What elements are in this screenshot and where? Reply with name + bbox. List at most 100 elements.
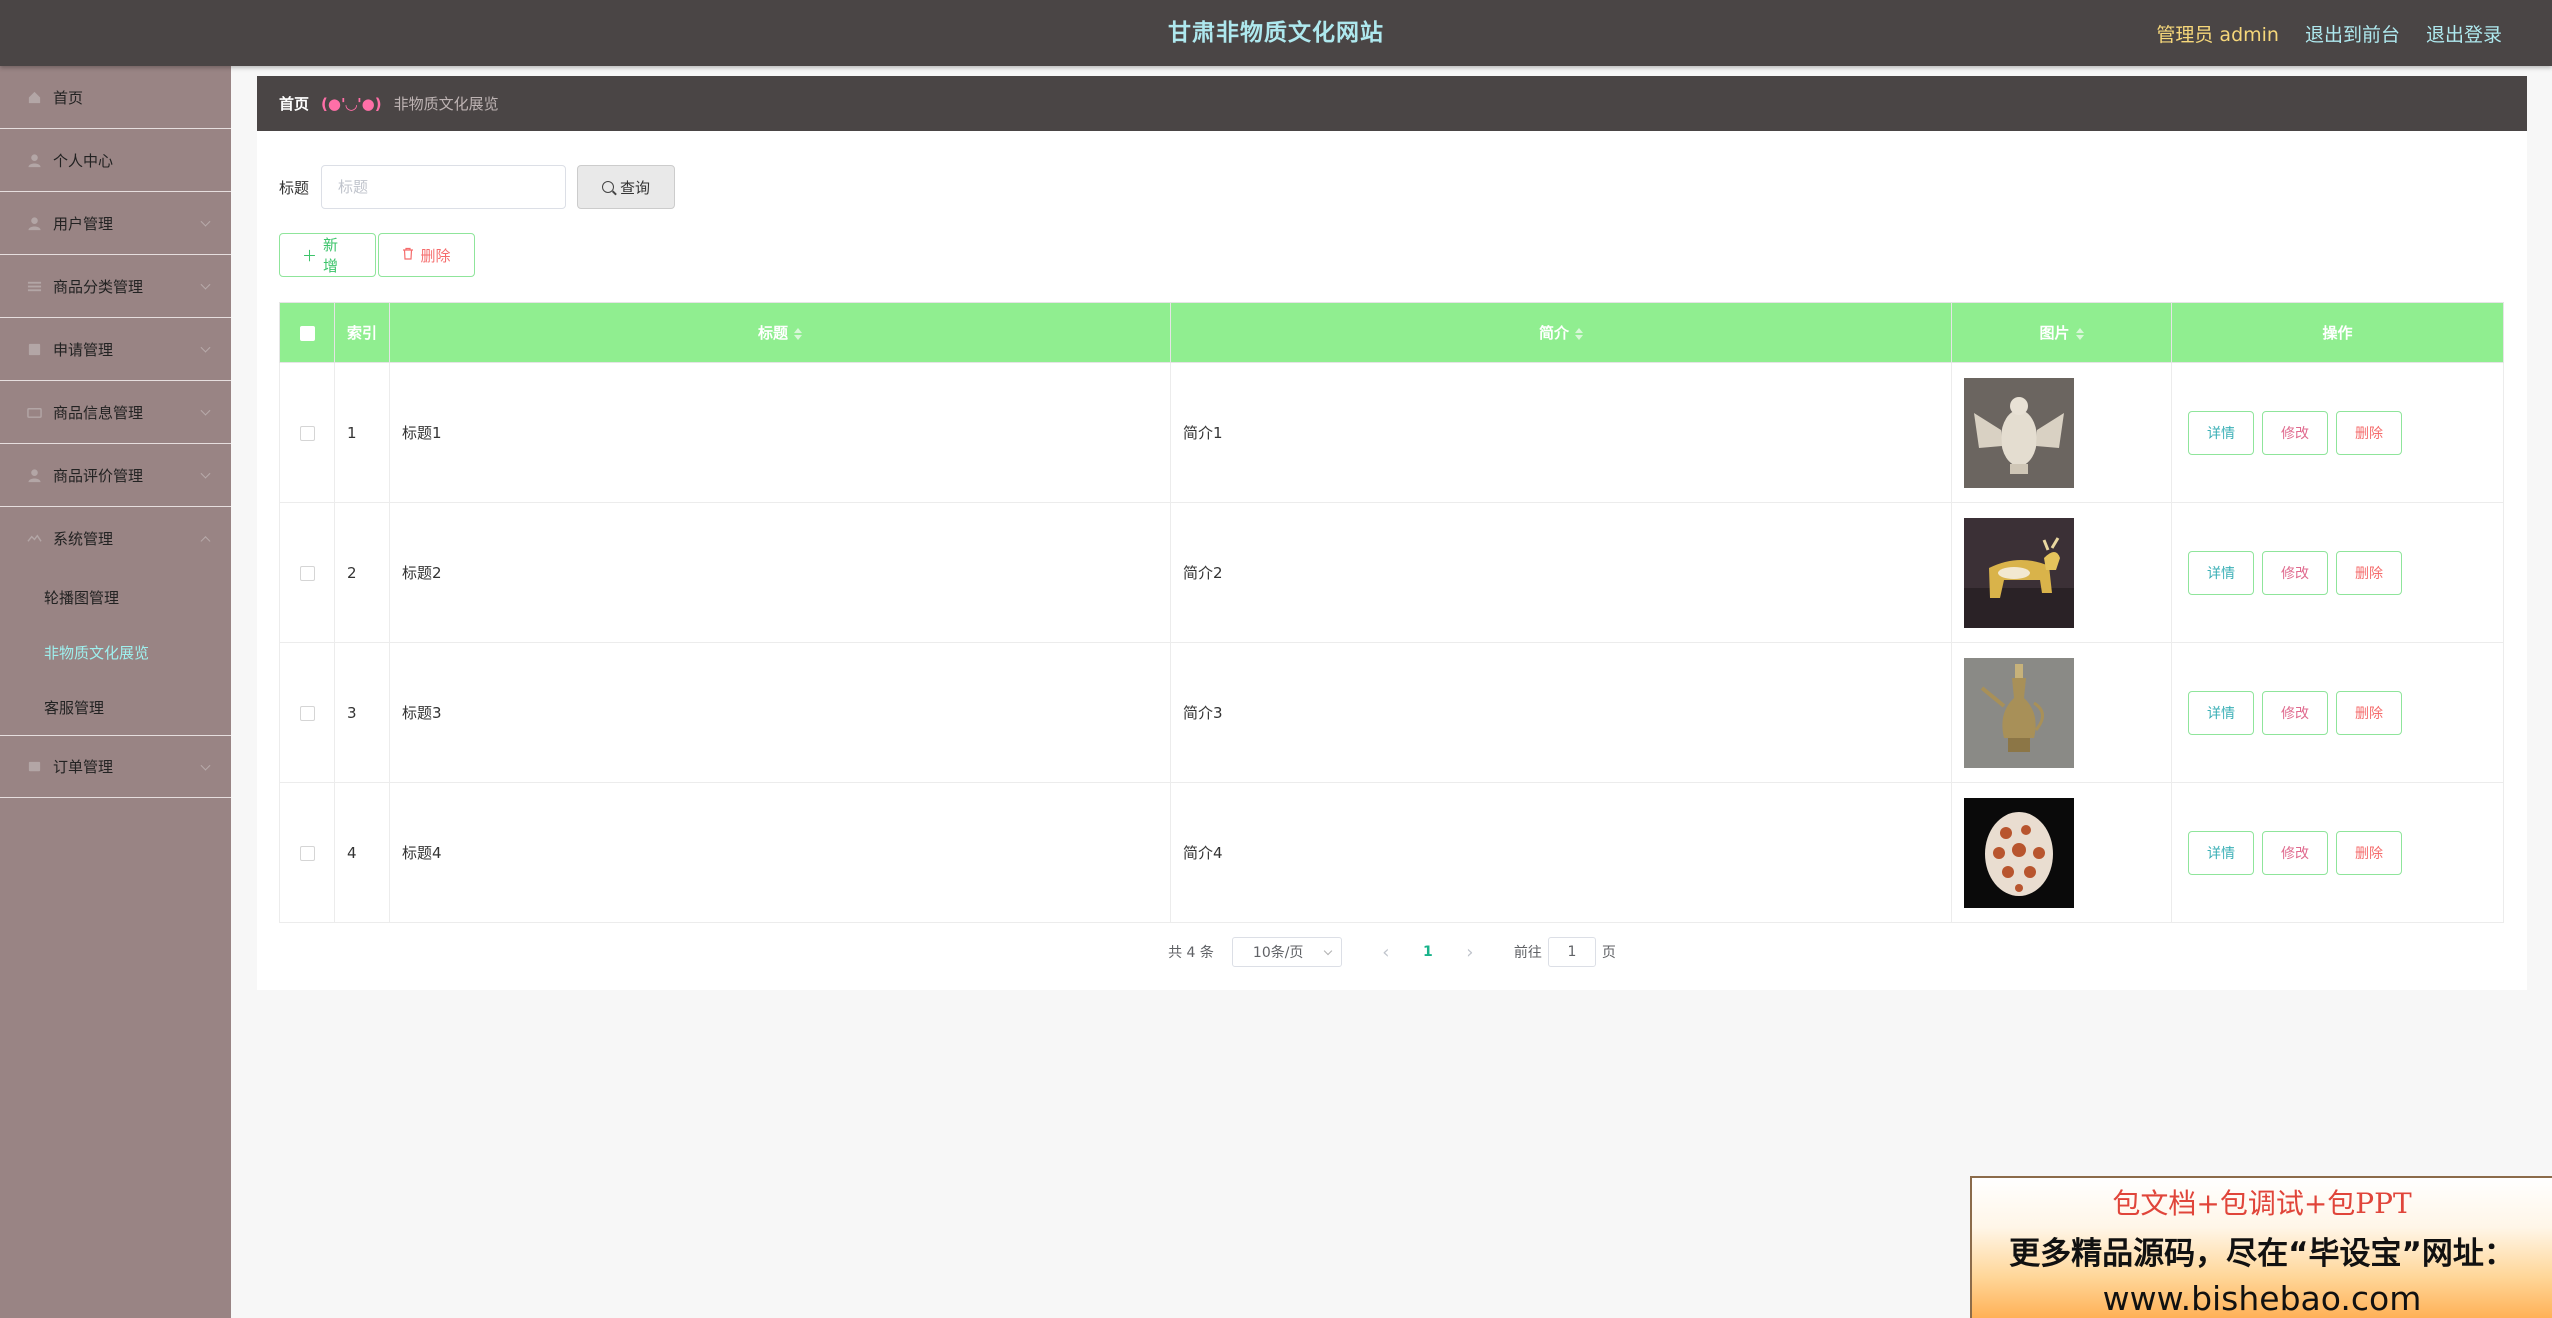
sort-icon[interactable] [1575,327,1583,340]
sidebar-item-reviews[interactable]: 商品评价管理 [0,444,231,507]
table-row: 1 标题1 简介1 详情 修改 删除 [279,362,2504,503]
sidebar-item-label: 订单管理 [53,758,114,776]
sidebar-item-category[interactable]: 商品分类管理 [0,255,231,318]
chevron-down-icon [200,405,211,416]
data-table: 索引 标题 简介 图片 操作 1 标题1 简介1 详情 修改 删除 2 标题2 … [279,302,2504,923]
sidebar-item-home[interactable]: 首页 [0,66,231,129]
delete-button-label: 删除 [420,246,451,265]
chevron-up-icon [200,535,211,546]
table-row: 2 标题2 简介2 详情 修改 删除 [279,502,2504,643]
header-select-all[interactable] [279,302,335,363]
search-bar: 标题 查询 [279,165,676,209]
detail-button[interactable]: 详情 [2188,550,2254,595]
promo-line-2: 更多精品源码，尽在“毕设宝”网址： [2009,1236,2515,1272]
breadcrumb-current: 非物质文化展览 [393,95,499,113]
search-button-label: 查询 [620,178,651,197]
batch-delete-button[interactable]: 删除 [378,233,475,277]
search-button[interactable]: 查询 [577,165,676,209]
chevron-down-icon [200,342,211,353]
sidebar-subitem-carousel[interactable]: 轮播图管理 [0,570,231,625]
sidebar-item-profile[interactable]: 个人中心 [0,129,231,192]
delete-button[interactable]: 删除 [2336,410,2402,455]
user-icon [26,467,43,484]
select-all-checkbox[interactable] [299,325,315,341]
row-image-jade-vessel[interactable] [1964,797,2074,908]
column-header-intro[interactable]: 简介 [1170,302,1952,363]
goto-page: 前往 页 [1514,937,1616,967]
column-header-index: 索引 [334,302,390,363]
detail-button[interactable]: 详情 [2188,830,2254,875]
sidebar-subitem-service[interactable]: 客服管理 [0,680,231,735]
row-checkbox[interactable] [299,705,315,721]
add-button-label: 新增 [323,236,339,275]
pagination: 共 4 条 10条/页 ‹ 1 › 前往 页 [257,937,2527,967]
row-index: 3 [334,642,390,783]
top-header: 甘肃非物质文化网站 管理员 admin 退出到前台 退出登录 [0,0,2552,66]
row-index: 1 [334,362,390,503]
plus-icon: ＋ [302,246,318,265]
sidebar-item-label: 首页 [53,88,84,107]
sort-icon[interactable] [2075,327,2084,340]
breadcrumb-home[interactable]: 首页 [279,93,309,114]
current-user-label: 管理员 admin [2156,23,2279,46]
search-label: 标题 [279,178,310,197]
document-icon [26,341,43,358]
sidebar-item-goods[interactable]: 商品信息管理 [0,381,231,444]
next-page-icon[interactable]: › [1450,942,1490,963]
detail-button[interactable]: 详情 [2188,410,2254,455]
search-input[interactable] [321,165,567,209]
page-size-select[interactable]: 10条/页 [1231,937,1342,967]
row-image-jade-eagle[interactable] [1964,377,2074,488]
delete-button[interactable]: 删除 [2336,690,2402,735]
search-icon [602,181,614,193]
to-front-link[interactable]: 退出到前台 [2305,20,2400,47]
column-header-image[interactable]: 图片 [1951,302,2172,363]
prev-page-icon[interactable]: ‹ [1366,942,1406,963]
table-row: 4 标题4 简介4 详情 修改 删除 [279,782,2504,923]
row-operations: 详情 修改 删除 [2184,690,2503,735]
user-icon [26,215,43,232]
detail-button[interactable]: 详情 [2188,690,2254,735]
row-operations: 详情 修改 删除 [2184,550,2503,595]
edit-button[interactable]: 修改 [2262,690,2328,735]
row-image-glazed-ox[interactable] [1964,517,2074,628]
sidebar-item-users[interactable]: 用户管理 [0,192,231,255]
edit-button[interactable]: 修改 [2262,550,2328,595]
row-image-bronze-ewer[interactable] [1964,657,2074,768]
edit-button[interactable]: 修改 [2262,410,2328,455]
breadcrumb-separator: (●'◡'●) [321,94,382,113]
row-checkbox[interactable] [299,425,315,441]
row-checkbox[interactable] [299,845,315,861]
row-index: 2 [334,502,390,643]
sidebar-item-label: 个人中心 [53,151,114,170]
user-icon [26,152,43,169]
logout-link[interactable]: 退出登录 [2426,20,2502,47]
row-title: 标题4 [389,782,1171,923]
column-header-title[interactable]: 标题 [389,302,1171,363]
page-number[interactable]: 1 [1406,944,1450,960]
row-intro: 简介3 [1170,642,1952,783]
delete-button[interactable]: 删除 [2336,550,2402,595]
edit-button[interactable]: 修改 [2262,830,2328,875]
promo-banner: 包文档+包调试+包PPT 更多精品源码，尽在“毕设宝”网址： www.bishe… [1970,1176,2552,1318]
row-checkbox[interactable] [299,565,315,581]
sidebar-item-system[interactable]: 系统管理 [0,507,231,570]
table-header-row: 索引 标题 简介 图片 操作 [279,302,2504,363]
order-icon [26,758,43,775]
sort-icon[interactable] [794,327,802,340]
home-icon [26,89,43,106]
pagination-total: 共 4 条 [1168,945,1214,961]
delete-button[interactable]: 删除 [2336,830,2402,875]
row-title: 标题3 [389,642,1171,783]
list-icon [26,278,43,295]
row-operations: 详情 修改 删除 [2184,830,2503,875]
add-button[interactable]: ＋ 新增 [279,233,376,277]
sidebar-item-orders[interactable]: 订单管理 [0,735,231,798]
action-toolbar: ＋ 新增 删除 [279,233,475,277]
sidebar-subitem-exhibition[interactable]: 非物质文化展览 [0,625,231,680]
chevron-down-icon [200,760,211,771]
sidebar-item-label: 用户管理 [53,214,114,233]
goto-page-input[interactable] [1547,937,1596,967]
sidebar-item-application[interactable]: 申请管理 [0,318,231,381]
row-intro: 简介1 [1170,362,1952,503]
